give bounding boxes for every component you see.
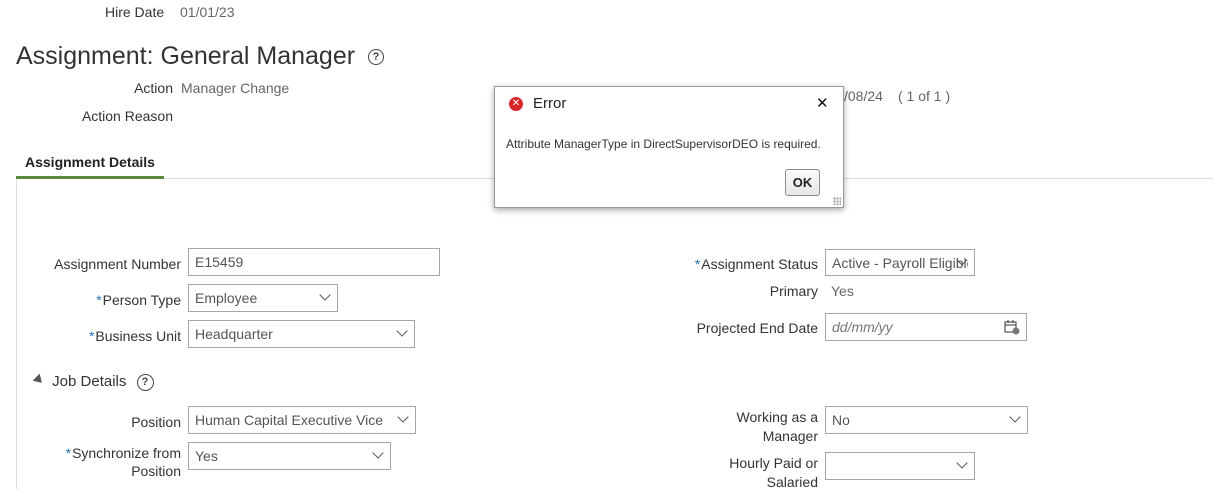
- calendar-icon[interactable]: [1004, 319, 1020, 335]
- synchronize-label: *Synchronize from Position: [30, 444, 181, 480]
- required-marker: *: [96, 292, 102, 308]
- pager-text: ( 1 of 1 ): [898, 88, 951, 104]
- position-value: Human Capital Executive Vice: [195, 412, 384, 428]
- working-as-manager-label: Working as a Manager: [640, 408, 818, 446]
- business-unit-value: Headquarter: [195, 326, 273, 342]
- projected-end-date-placeholder: dd/mm/yy: [832, 319, 893, 335]
- resize-handle[interactable]: [833, 197, 841, 205]
- hourly-paid-select[interactable]: [825, 452, 975, 480]
- person-type-select[interactable]: Employee: [188, 284, 338, 312]
- working-as-manager-line1: Working as a: [736, 409, 818, 425]
- effective-date-value: /08/24: [844, 88, 883, 104]
- position-select[interactable]: Human Capital Executive Vice: [188, 406, 416, 434]
- job-details-header[interactable]: Job Details ?: [32, 373, 154, 391]
- position-label: Position: [131, 414, 181, 430]
- projected-end-date-input[interactable]: dd/mm/yy: [825, 313, 1027, 341]
- question-circle-icon[interactable]: ?: [136, 373, 154, 391]
- tab-assignment-details-label: Assignment Details: [25, 154, 155, 170]
- collapse-triangle-icon[interactable]: [32, 373, 46, 387]
- required-marker: *: [88, 328, 95, 344]
- person-type-label-text: Person Type: [102, 292, 181, 308]
- hourly-paid-line1: Hourly Paid or: [729, 455, 818, 471]
- working-as-manager-line2: Manager: [762, 428, 818, 444]
- error-message: Attribute ManagerType in DirectSuperviso…: [506, 137, 821, 151]
- action-value: Manager Change: [181, 80, 290, 96]
- hire-date-label: Hire Date: [105, 4, 165, 20]
- job-details-label: Job Details: [52, 373, 127, 390]
- assignment-status-value: Active - Payroll Eligible: [832, 255, 968, 271]
- synchronize-label-line1: *Synchronize from: [30, 444, 181, 462]
- assignment-number-value: E15459: [195, 254, 244, 270]
- primary-value: Yes: [831, 283, 854, 299]
- assignment-status-label: *Assignment Status: [640, 256, 818, 272]
- person-type-label: *Person Type: [30, 292, 181, 308]
- primary-label: Primary: [769, 283, 818, 299]
- working-as-manager-value: No: [832, 412, 850, 428]
- business-unit-select[interactable]: Headquarter: [188, 320, 415, 348]
- action-label: Action: [134, 80, 173, 96]
- required-marker: *: [65, 445, 72, 461]
- question-circle-icon[interactable]: ?: [368, 49, 385, 65]
- assignment-status-select[interactable]: Active - Payroll Eligible: [825, 249, 975, 276]
- ok-button[interactable]: OK: [785, 169, 820, 196]
- synchronize-select[interactable]: Yes: [188, 442, 391, 470]
- working-as-manager-select[interactable]: No: [825, 406, 1028, 434]
- hire-date-value: 01/01/23: [180, 4, 235, 20]
- synchronize-label-line1-text: Synchronize from: [72, 445, 181, 461]
- page-title-text: Assignment: General Manager: [16, 42, 356, 70]
- hourly-paid-line2: Salaried: [766, 474, 818, 490]
- close-icon[interactable]: ✕: [816, 94, 829, 112]
- business-unit-label: *Business Unit: [30, 328, 181, 344]
- tab-assignment-details[interactable]: Assignment Details: [16, 153, 164, 179]
- projected-end-date-label: Projected End Date: [696, 320, 818, 336]
- action-reason-label: Action Reason: [81, 108, 173, 124]
- error-dialog-title: Error: [533, 95, 567, 112]
- assignment-number-label: Assignment Number: [54, 256, 181, 272]
- assignment-status-label-text: Assignment Status: [701, 256, 818, 272]
- person-type-value: Employee: [195, 290, 258, 306]
- required-marker: *: [694, 256, 701, 272]
- error-dialog: ✕ Error ✕ Attribute ManagerType in Direc…: [494, 86, 844, 208]
- error-x-icon: ✕: [509, 97, 523, 111]
- assignment-number-input[interactable]: E15459: [188, 248, 440, 276]
- synchronize-label-line2: Position: [131, 463, 181, 479]
- hourly-paid-label: Hourly Paid or Salaried: [640, 454, 818, 492]
- chevron-down-icon: [956, 457, 968, 469]
- content-left-border: [16, 179, 17, 489]
- synchronize-value: Yes: [195, 448, 218, 464]
- business-unit-label-text: Business Unit: [95, 328, 181, 344]
- page-title: Assignment: General Manager ?: [16, 42, 385, 71]
